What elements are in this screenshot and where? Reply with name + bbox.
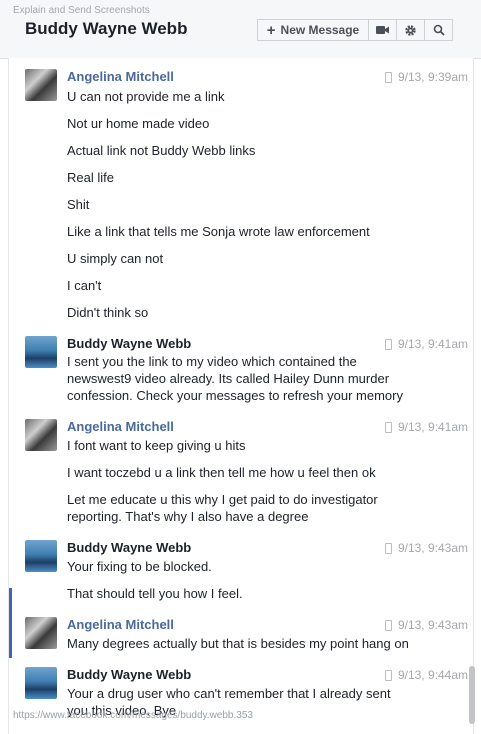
watermark-text: Explain and Send Screenshots (13, 5, 150, 16)
message-group: Angelina Mitchell 9/13, 9:43am Many degr… (25, 617, 475, 657)
message-text: I want toczebd u a link then tell me how… (67, 465, 376, 480)
message-group: Angelina Mitchell 9/13, 9:39am U can not… (25, 69, 475, 329)
message-text: I can't (67, 278, 102, 293)
avatar[interactable] (25, 540, 57, 572)
new-message-label: New Message (280, 23, 360, 37)
message-author[interactable]: Buddy Wayne Webb (67, 667, 191, 682)
message-group: Buddy Wayne Webb 9/13, 9:43am Your fixin… (25, 540, 475, 605)
conversation-title: Buddy Wayne Webb (25, 19, 188, 38)
message-text: Like a link that tells me Sonja wrote la… (67, 224, 370, 239)
message-text: I sent you the link to my video which co… (67, 354, 403, 403)
settings-button[interactable] (397, 19, 425, 41)
message-timestamp: 9/13, 9:43am (384, 541, 468, 555)
mobile-icon (384, 421, 392, 433)
message-text: U can not provide me a link (67, 89, 225, 104)
mobile-icon (384, 619, 392, 631)
message-author[interactable]: Angelina Mitchell (67, 617, 174, 632)
message-text: Let me educate u this why I get paid to … (67, 492, 378, 524)
message-text: That should tell you how I feel. (67, 586, 243, 601)
message-text: Shit (67, 197, 90, 212)
message-text: Not ur home made video (67, 116, 210, 131)
avatar[interactable] (25, 667, 57, 699)
scrollbar-thumb[interactable] (469, 666, 475, 724)
avatar[interactable] (25, 69, 57, 101)
message-timestamp: 9/13, 9:41am (384, 337, 468, 351)
message-text: Many degrees actually but that is beside… (67, 636, 409, 651)
message-author[interactable]: Buddy Wayne Webb (67, 336, 191, 351)
message-group: Angelina Mitchell 9/13, 9:41am I font wa… (25, 419, 475, 529)
message-timestamp: 9/13, 9:39am (384, 70, 468, 84)
message-group: Buddy Wayne Webb 9/13, 9:41am I sent you… (25, 336, 475, 406)
gear-icon (405, 24, 416, 36)
message-author[interactable]: Angelina Mitchell (67, 69, 174, 84)
message-text: I font want to keep giving u hits (67, 438, 246, 453)
message-text: Your fixing to be blocked. (67, 559, 212, 574)
avatar[interactable] (25, 419, 57, 451)
mobile-icon (384, 338, 392, 350)
search-button[interactable] (425, 19, 453, 41)
message-text: Didn't think so (67, 305, 149, 320)
message-text: Real life (67, 170, 114, 185)
avatar[interactable] (25, 336, 57, 368)
message-text: U simply can not (67, 251, 164, 266)
mobile-icon (384, 71, 392, 83)
active-indicator (9, 588, 12, 658)
status-bar-url: https://www.facebook.com/messages/buddy.… (13, 710, 253, 721)
video-call-button[interactable] (369, 19, 397, 41)
message-timestamp: 9/13, 9:43am (384, 618, 468, 632)
message-author[interactable]: Angelina Mitchell (67, 419, 174, 434)
mobile-icon (384, 669, 392, 681)
message-timestamp: 9/13, 9:44am (384, 668, 468, 682)
search-icon (433, 24, 445, 36)
new-message-button[interactable]: + New Message (257, 19, 369, 41)
message-author[interactable]: Buddy Wayne Webb (67, 540, 191, 555)
plus-icon: + (266, 21, 276, 39)
header-toolbar: + New Message (257, 19, 453, 41)
mobile-icon (384, 542, 392, 554)
avatar[interactable] (25, 617, 57, 649)
message-thread[interactable]: Angelina Mitchell 9/13, 9:39am U can not… (8, 58, 475, 734)
message-text: Actual link not Buddy Webb links (67, 143, 256, 158)
video-camera-icon (375, 26, 389, 34)
message-timestamp: 9/13, 9:41am (384, 420, 468, 434)
